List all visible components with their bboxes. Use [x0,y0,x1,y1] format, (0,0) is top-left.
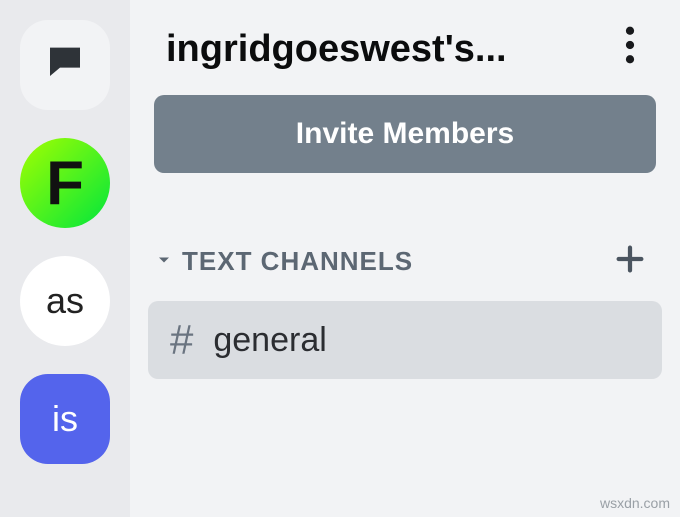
text-channels-header: TEXT CHANNELS [130,183,680,295]
server-header: ingridgoeswest's... [130,0,680,95]
server-item-label: is [52,398,78,440]
chat-bubble-icon [42,41,88,90]
channel-sidebar: ingridgoeswest's... Invite Members TEXT … [130,0,680,517]
server-rail: F as is [0,0,130,517]
text-channels-toggle[interactable]: TEXT CHANNELS [154,246,413,277]
invite-row: Invite Members [130,95,680,183]
plus-icon [613,242,647,281]
server-title: ingridgoeswest's... [166,28,507,71]
server-item-label: as [46,280,84,322]
server-item-3[interactable]: is [20,374,110,464]
chevron-down-icon [154,246,174,277]
channel-name: general [213,321,326,360]
invite-members-button[interactable]: Invite Members [154,95,656,173]
watermark: wsxdn.com [600,495,670,511]
server-item-2[interactable]: as [20,256,110,346]
channel-item-general[interactable]: # general [148,301,662,379]
server-item-label: F [46,148,84,219]
server-menu-button[interactable] [610,30,650,70]
server-dm-button[interactable] [20,20,110,110]
add-channel-button[interactable] [608,239,652,283]
section-label: TEXT CHANNELS [182,246,413,277]
hash-icon: # [170,319,193,361]
server-item-1[interactable]: F [20,138,110,228]
more-vertical-icon [625,26,635,73]
